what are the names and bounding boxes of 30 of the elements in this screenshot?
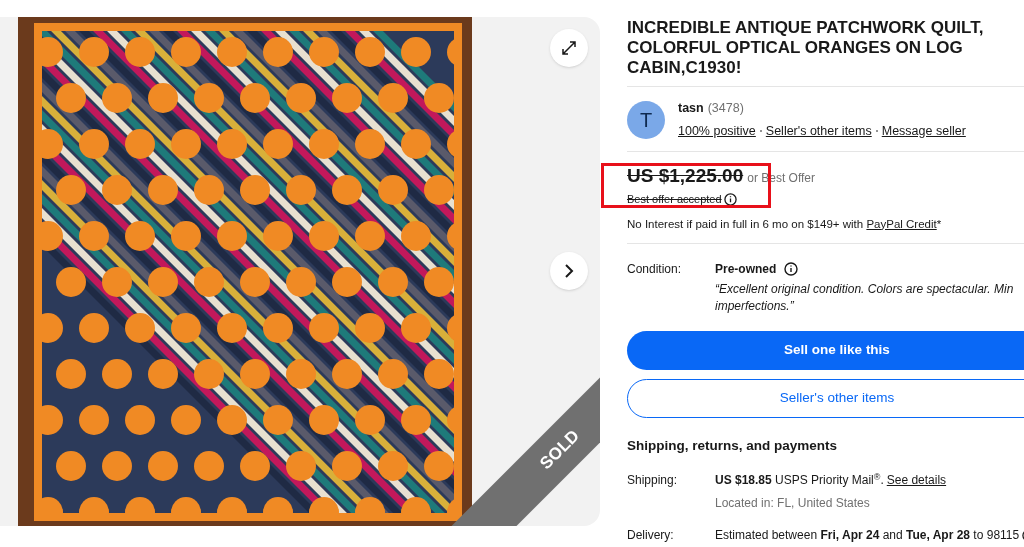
next-image-button[interactable] <box>550 252 588 290</box>
see-details-link[interactable]: See details <box>886 471 947 489</box>
offer-status: Best offer accepted <box>627 192 722 207</box>
financing-text: No Interest if paid in full in 6 mo on $149+ with <box>627 217 865 230</box>
feedback-count: (3478) <box>707 100 744 117</box>
seller-link[interactable]: Seller's other items <box>765 121 872 141</box>
action-button[interactable]: Sell one like this <box>627 330 1024 370</box>
seller-link[interactable]: 100% positive <box>678 121 756 141</box>
detail-label: Delivery: <box>627 527 675 544</box>
expand-button[interactable] <box>550 29 588 67</box>
action-button[interactable]: Seller's other items <box>627 378 1024 418</box>
condition-value: Pre-owned <box>715 260 777 278</box>
seller-description: “Excellent original condition. Colors are spectacular. Min imperfections.” <box>715 280 1015 315</box>
condition-label: Condition: <box>627 260 683 278</box>
expand-icon <box>560 39 578 57</box>
chevron-right-icon <box>564 263 574 279</box>
section-heading: Shipping, returns, and payments <box>627 436 839 455</box>
info-icon <box>723 192 737 206</box>
detail-value: Estimated between Fri, Apr 24 and Tue, Apr 28 to 98115 <box>715 527 1020 544</box>
detail-value: US $18.85 USPS Priority Mail$^{®}$. <box>715 471 884 489</box>
seller-name[interactable]: tasn <box>678 99 704 118</box>
price: US $1,225.00 <box>627 163 744 188</box>
seller-avatar: T <box>627 100 665 139</box>
detail-label: Shipping: <box>627 472 679 489</box>
seller-link[interactable]: Message seller <box>881 121 966 141</box>
listing-title: INCREDIBLE ANTIQUE PATCHWORK QUILT, COLORFUL OPTICAL ORANGES ON LOG CABIN,C1930! <box>627 18 985 78</box>
item-location: Located in: FL, United States <box>715 495 871 512</box>
info-icon <box>784 261 799 276</box>
footnote-mark: * <box>936 217 942 230</box>
paypal-credit-link[interactable]: PayPal Credit <box>866 217 937 230</box>
